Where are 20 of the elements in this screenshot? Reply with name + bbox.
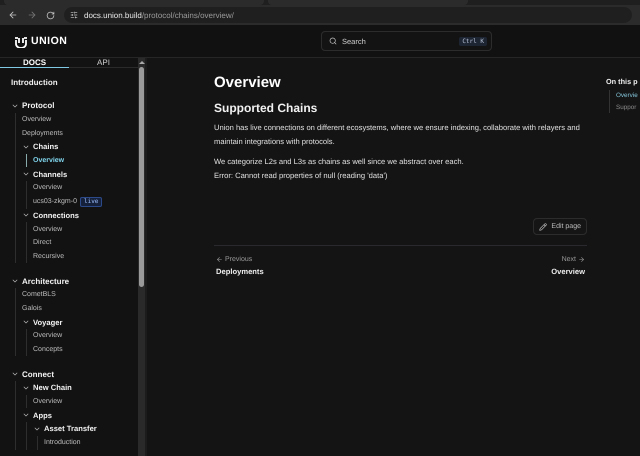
logo-icon bbox=[14, 34, 28, 48]
sidebar-link[interactable]: Introduction bbox=[11, 78, 138, 87]
sidebar-group[interactable]: Connect bbox=[11, 367, 138, 382]
sidebar-tab[interactable]: DOCS bbox=[0, 58, 69, 68]
scrollbar[interactable] bbox=[138, 58, 145, 456]
site-settings-icon[interactable] bbox=[70, 11, 78, 19]
section-heading: Supported Chains bbox=[214, 101, 318, 115]
pencil-icon bbox=[539, 222, 548, 230]
address-bar[interactable]: docs.union.build/protocol/chains/overview/ bbox=[64, 7, 632, 23]
page-title: Overview bbox=[214, 74, 282, 91]
arrow-right-icon bbox=[578, 256, 585, 263]
logo-text[interactable]: UNION bbox=[31, 35, 68, 47]
search-icon bbox=[329, 37, 337, 45]
sidebar-group[interactable]: Architecture bbox=[11, 274, 138, 288]
forward-icon[interactable] bbox=[27, 10, 37, 20]
arrow-left-icon bbox=[216, 256, 223, 263]
sidebar-group[interactable]: Protocol bbox=[11, 99, 138, 113]
url-text: docs.union.build/protocol/chains/overview/ bbox=[84, 10, 234, 20]
back-icon[interactable] bbox=[8, 10, 18, 20]
reload-icon[interactable] bbox=[46, 10, 55, 20]
